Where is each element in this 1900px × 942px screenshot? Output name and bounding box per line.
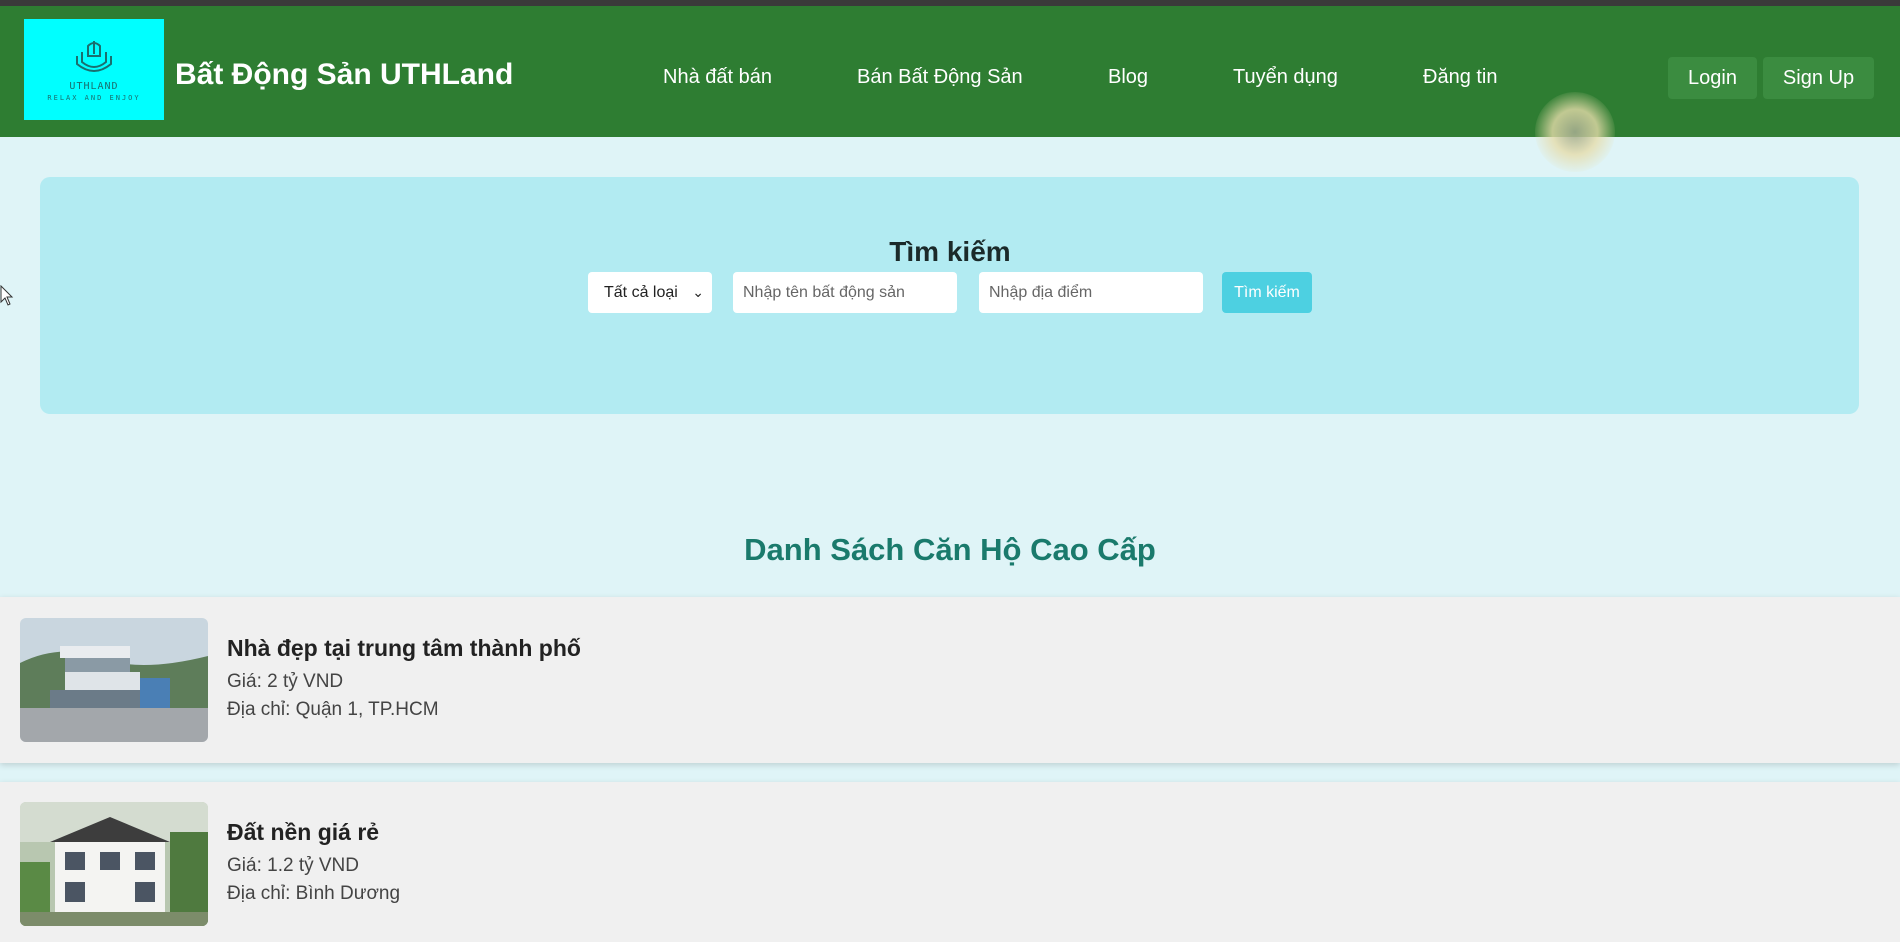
property-type-value: Tất cả loại: [604, 283, 678, 301]
listing-item[interactable]: Nhà đẹp tại trung tâm thành phố Giá: 2 t…: [0, 597, 1900, 763]
listing-price: Giá: 2 tỷ VND: [227, 671, 344, 692]
listing-photo[interactable]: [20, 618, 208, 742]
nav-item-blog[interactable]: Blog: [1108, 66, 1148, 89]
nav-item-tuyen-dung[interactable]: Tuyển dụng: [1233, 66, 1338, 89]
search-title: Tìm kiếm: [889, 236, 1011, 267]
search-button[interactable]: Tìm kiếm: [1222, 272, 1312, 313]
main-nav: Nhà đất bán Bán Bất Động Sản Blog Tuyển …: [0, 66, 1900, 90]
glow-artifact: [1535, 92, 1615, 172]
navbar: UTHLAND RELAX AND ENJOY Bất Động Sản UTH…: [0, 6, 1900, 137]
location-input[interactable]: [979, 272, 1203, 313]
nav-item-nha-dat-ban[interactable]: Nhà đất bán: [663, 66, 772, 89]
mouse-cursor-icon: [0, 285, 14, 306]
property-name-input[interactable]: [733, 272, 957, 313]
chevron-down-icon: ⌄: [692, 284, 704, 300]
listing-address: Địa chỉ: Quận 1, TP.HCM: [227, 699, 439, 720]
section-title: Danh Sách Căn Hộ Cao Cấp: [744, 532, 1156, 567]
logo-tagline: RELAX AND ENJOY: [47, 93, 141, 102]
listing-item[interactable]: Đất nền giá rẻ Giá: 1.2 tỷ VND Địa chỉ: …: [0, 782, 1900, 942]
nav-item-dang-tin[interactable]: Đăng tin: [1423, 66, 1498, 89]
signup-button[interactable]: Sign Up: [1763, 57, 1874, 99]
listing-address: Địa chỉ: Bình Dương: [227, 883, 401, 904]
nav-item-ban-bat-dong-san[interactable]: Bán Bất Động Sản: [857, 66, 1023, 89]
listing-photo[interactable]: [20, 802, 208, 926]
login-button[interactable]: Login: [1668, 57, 1757, 99]
listing-name[interactable]: Đất nền giá rẻ: [227, 819, 379, 846]
property-type-select[interactable]: Tất cả loại ⌄: [588, 272, 712, 313]
listing-price: Giá: 1.2 tỷ VND: [227, 855, 359, 876]
listing-name[interactable]: Nhà đẹp tại trung tâm thành phố: [227, 635, 581, 662]
